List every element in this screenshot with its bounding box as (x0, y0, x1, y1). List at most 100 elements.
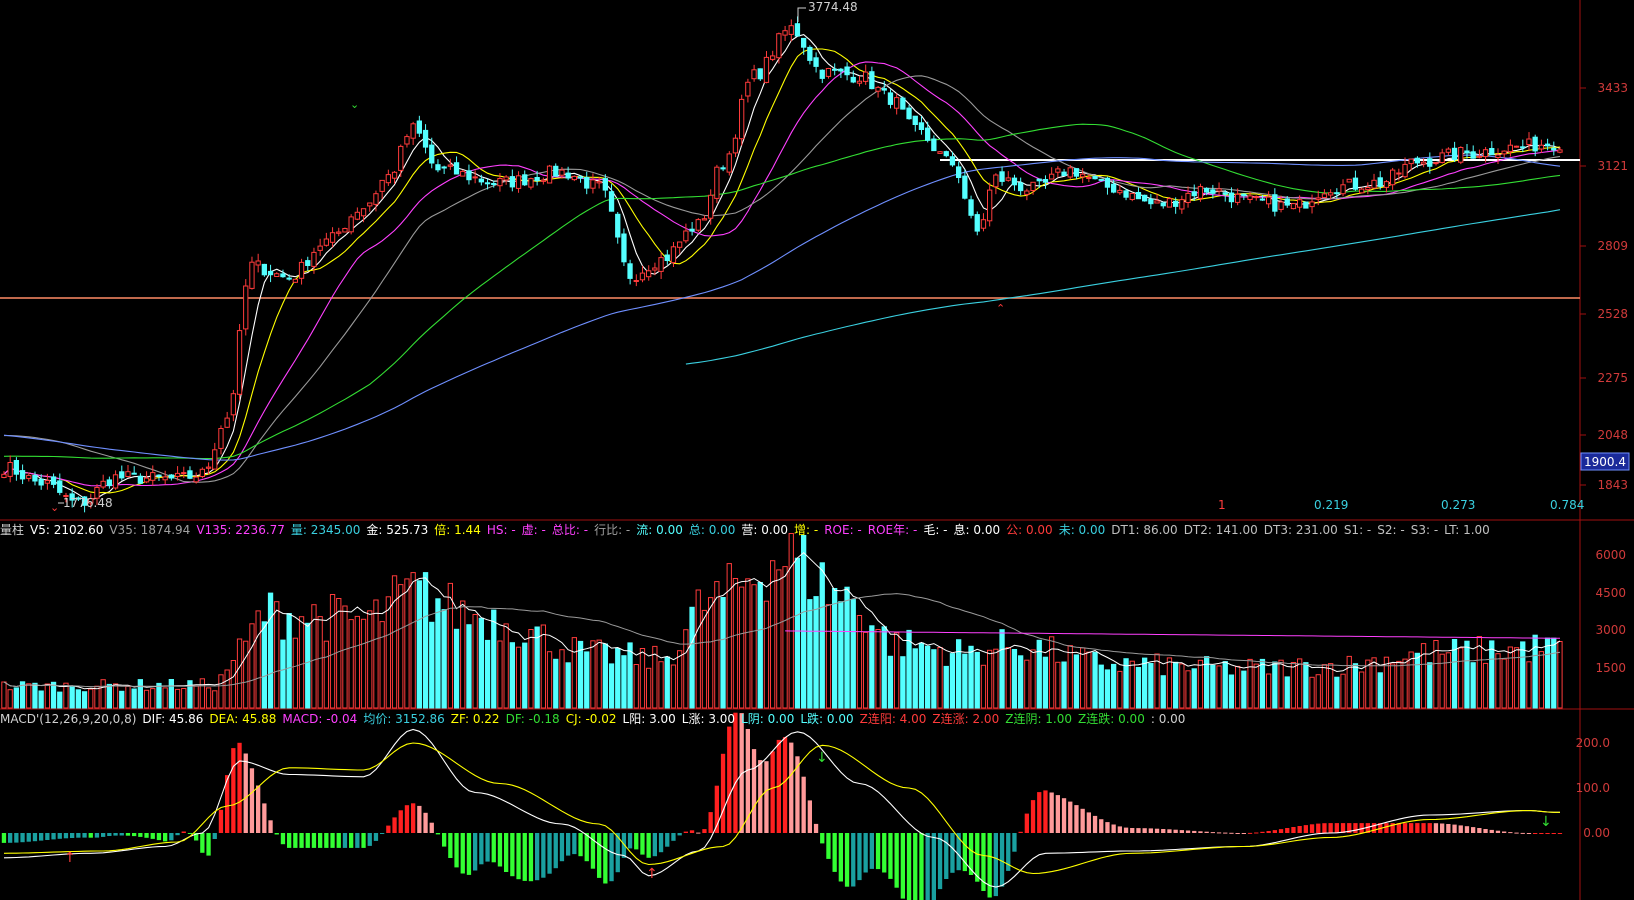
volume-bar (943, 665, 949, 709)
volume-bar (900, 656, 906, 709)
volume-bar (794, 557, 801, 709)
macd-histogram-bar (479, 833, 484, 865)
macd-histogram-bar (392, 817, 397, 833)
candle-body (906, 107, 912, 120)
volume-bar (354, 615, 361, 709)
volume-bar (94, 685, 100, 709)
macd-histogram-bar (411, 803, 416, 833)
candle-body (329, 232, 336, 243)
candle-body (379, 179, 385, 192)
volume-bar (739, 586, 745, 709)
macd-histogram-bar (200, 833, 205, 853)
macd-histogram-bar (1037, 792, 1042, 833)
volume-bar (1359, 671, 1365, 709)
volume-bar (1482, 662, 1489, 709)
macd-histogram-bar (125, 833, 131, 836)
candle-body (13, 460, 19, 475)
candle-body (1042, 179, 1049, 183)
volume-bar (255, 610, 261, 709)
legend-entry: DEA: 45.88 (209, 712, 277, 726)
candle-body (1402, 163, 1408, 178)
volume-bar (286, 613, 292, 709)
legend-entry: 息: 0.00 (953, 523, 1001, 537)
macd-histogram-bar (473, 833, 478, 871)
candle-body (1321, 193, 1328, 198)
candle-body (311, 251, 317, 267)
volume-bar (156, 682, 162, 709)
macd-histogram-bar (1551, 833, 1556, 834)
volume-bar (88, 688, 94, 709)
volume-bar (274, 601, 280, 709)
macd-histogram-bar (1526, 833, 1532, 834)
candle-body (1191, 191, 1197, 197)
volume-bar (1520, 641, 1526, 709)
macd-histogram-bar (243, 753, 248, 833)
macd-histogram-bar (1328, 823, 1333, 833)
macd-histogram-bar (1433, 823, 1439, 833)
volume-bar (472, 614, 478, 709)
macd-histogram-bar (696, 832, 701, 834)
volume-bar (125, 685, 131, 709)
candle-body (1185, 192, 1191, 203)
candle-body (125, 471, 131, 478)
macd-histogram-bar (231, 748, 236, 833)
volume-bar (1278, 659, 1284, 709)
price-tick-label: 1843 (1597, 478, 1628, 492)
macd-histogram-bar (1464, 826, 1470, 833)
macd-histogram-bar (1, 833, 7, 843)
macd-histogram-bar (57, 833, 62, 839)
macd-histogram-bar (553, 833, 558, 869)
macd-histogram-bar (1185, 830, 1191, 833)
candle-body (974, 214, 980, 232)
bottom-value: 0.273 (1441, 498, 1475, 512)
candle-body (1414, 157, 1420, 164)
stock-chart-stage[interactable]: 3433 3121 2809 2528 2275 2048 1843 1900.… (0, 0, 1634, 900)
volume-bar (391, 575, 398, 709)
volume-bar (416, 580, 423, 709)
price-tick-label: 2275 (1597, 371, 1628, 385)
volume-bar (1111, 663, 1117, 709)
candle-body (305, 260, 311, 267)
candle-body (1166, 198, 1173, 208)
macd-histogram-bar (1012, 833, 1017, 852)
candle-body (230, 393, 236, 416)
candle-body (1241, 193, 1247, 197)
macd-histogram-bar (1514, 832, 1519, 834)
volume-bar (1346, 655, 1352, 709)
candle-body (695, 219, 701, 231)
macd-histogram-bar (1092, 815, 1098, 833)
candle-body (181, 472, 187, 475)
candle-body (57, 480, 63, 493)
volume-bar (776, 569, 782, 709)
candle-body (546, 165, 553, 184)
candle-body (813, 57, 819, 67)
volume-bar (1272, 661, 1278, 709)
sell-arrow-icon: ↓ (816, 750, 828, 766)
volume-bar (590, 640, 596, 709)
volume-bar (311, 604, 317, 709)
macd-histogram-bar (671, 833, 676, 841)
volume-bar (1080, 647, 1086, 709)
volume-bar (162, 687, 168, 709)
low-marker-icon: ⌄ (50, 501, 59, 514)
volume-bar (1408, 651, 1414, 709)
candle-body (608, 191, 615, 212)
macd-histogram-bar (882, 833, 887, 873)
volume-bar (987, 649, 993, 709)
candle-body (1104, 177, 1111, 188)
macd-histogram-bar (1117, 826, 1122, 833)
macd-histogram-bar (442, 833, 447, 847)
macd-histogram-bar (1247, 832, 1253, 834)
macd-histogram-bar (1495, 830, 1501, 833)
candle-body (856, 80, 863, 84)
candle-body (1173, 200, 1179, 207)
candle-body (1204, 187, 1210, 193)
candle-body (1148, 198, 1154, 205)
candle-body (1117, 189, 1123, 194)
volume-bar (398, 584, 404, 709)
legend-entry: 倍: 1.44 (434, 523, 481, 537)
legend-entry: DT2: 141.00 (1183, 523, 1258, 537)
volume-bar (1458, 647, 1464, 709)
candle-body (621, 233, 627, 263)
macd-histogram-bar (293, 833, 298, 848)
